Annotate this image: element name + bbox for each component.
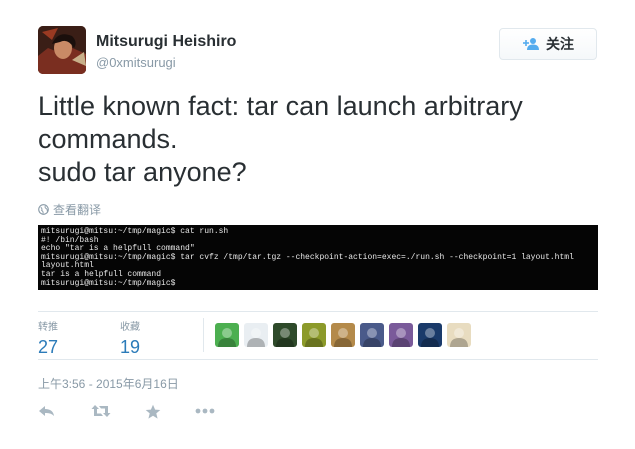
favoriter-avatar-7[interactable] <box>389 323 413 347</box>
translate-label: 查看翻译 <box>53 203 102 217</box>
favoriter-avatar-3[interactable] <box>273 323 297 347</box>
star-icon[interactable] <box>145 404 161 420</box>
retweet-count: 27 <box>38 337 59 357</box>
divider <box>38 311 598 312</box>
tweet-text: Little known fact: tar can launch arbitr… <box>38 90 618 189</box>
favorite-label: 收藏 <box>120 322 140 333</box>
retweet-stat[interactable]: 转推 27 <box>38 318 58 358</box>
terminal-line: mitsurugi@mitsu:~/tmp/magic$ <box>41 278 176 288</box>
favoriter-avatar-5[interactable] <box>331 323 355 347</box>
favoriter-avatars <box>215 323 476 347</box>
tweet-line: sudo tar anyone? <box>38 157 247 187</box>
favorite-stat[interactable]: 收藏 19 <box>120 318 140 358</box>
follow-button-label: 关注 <box>546 36 574 52</box>
follow-button[interactable]: 关注 <box>499 28 597 60</box>
follow-user-icon <box>522 37 540 51</box>
terminal-line: mitsurugi@mitsu:~/tmp/magic$ cat run.sh <box>41 227 229 236</box>
favoriter-avatar-4[interactable] <box>302 323 326 347</box>
favoriter-avatar-6[interactable] <box>360 323 384 347</box>
favoriter-avatar-1[interactable] <box>215 323 239 347</box>
user-avatar[interactable] <box>38 26 86 74</box>
user-handle[interactable]: @0xmitsurugi <box>96 55 176 70</box>
favorite-count: 19 <box>120 337 141 357</box>
user-fullname[interactable]: Mitsurugi Heishiro <box>96 33 236 51</box>
favoriter-avatar-2[interactable] <box>244 323 268 347</box>
tweet-timestamp[interactable]: 上午3:56 - 2015年6月16日 <box>38 375 179 392</box>
favoriter-avatar-9[interactable] <box>447 323 471 347</box>
globe-icon <box>38 204 49 215</box>
tweet-line: Little known fact: tar can launch arbitr… <box>38 91 523 121</box>
reply-icon[interactable] <box>38 404 56 418</box>
tweet-line: commands. <box>38 124 178 154</box>
translate-link[interactable]: 查看翻译 <box>38 201 101 218</box>
retweet-label: 转推 <box>38 322 58 333</box>
terminal-line: mitsurugi@mitsu:~/tmp/magic$ tar cvfz /t… <box>41 252 574 262</box>
divider <box>38 359 598 360</box>
more-dots-icon[interactable] <box>195 407 215 415</box>
favoriter-avatar-8[interactable] <box>418 323 442 347</box>
terminal-screenshot[interactable]: mitsurugi@mitsu:~/tmp/magic$ cat run.sh … <box>38 225 598 290</box>
stats-divider <box>203 318 204 352</box>
retweet-icon[interactable] <box>91 404 111 418</box>
